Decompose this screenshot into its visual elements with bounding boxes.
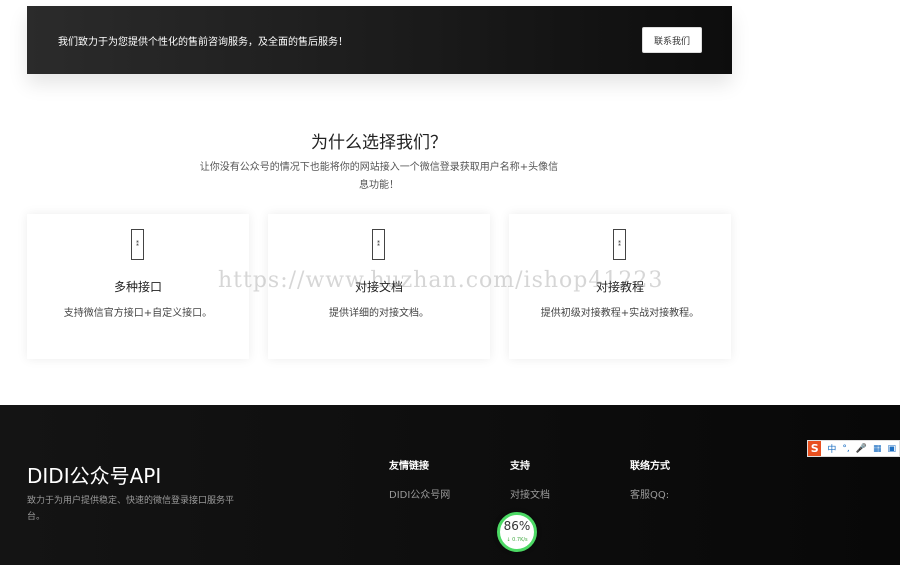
feature-description: 提供详细的对接文档。 [329,308,429,319]
footer-column-contact: 联络方式 客服QQ: [630,457,670,501]
footer-column-support: 支持 对接文档 [510,457,550,501]
section-title: 为什么选择我们？ [311,133,447,153]
feature-title: 对接教程 [595,280,644,294]
network-speed-widget[interactable]: 86% ↓ 0.7K/s [497,512,537,552]
feature-card-docs: ⁑ 对接文档 提供详细的对接文档。 [268,214,490,359]
ime-chinese-toggle[interactable]: 中 [827,442,836,455]
feature-description: 支持微信官方接口+自定义接口。 [63,308,213,319]
footer-link-didi[interactable]: DIDI公众号网 [389,486,450,501]
feature-card-tutorial: ⁑ 对接教程 提供初级对接教程+实战对接教程。 [509,214,731,359]
contact-banner: 我们致力于为您提供个性化的售前咨询服务，及全面的售后服务！ 联系我们 [27,6,732,74]
ime-punctuation-icon[interactable]: °, [842,444,849,454]
feature-card-interfaces: ⁑ 多种接口 支持微信官方接口+自定义接口。 [27,214,249,359]
ime-toolbar[interactable]: S 中 °, 🎤 ▦ ▣ [807,440,900,457]
footer-link-qq[interactable]: 客服QQ: [630,486,670,501]
ime-microphone-icon[interactable]: 🎤 [856,444,867,454]
footer-description: 致力于为用户提供稳定、快速的微信登录接口服务平台。 [27,496,235,522]
speed-percent: 86% [503,519,531,533]
feature-title: 多种接口 [113,280,162,294]
section-description: 让你没有公众号的情况下也能将你的网站接入一个微信登录获取用户名称+头像信息功能！ [199,162,559,191]
speed-rate: ↓ 0.7K/s [506,537,528,543]
footer-column-links: 友情链接 DIDI公众号网 [389,457,450,501]
sogou-logo-icon[interactable]: S [808,441,822,456]
footer-column-title: 支持 [510,461,530,472]
ime-keyboard-icon[interactable]: ▦ [873,444,882,454]
broken-image-icon: ⁑ [613,229,626,260]
banner-text: 我们致力于为您提供个性化的售前咨询服务，及全面的售后服务！ [58,37,348,48]
footer-brand: DIDI公众号API [27,464,162,488]
broken-image-icon: ⁑ [131,229,144,260]
ime-toolbox-icon[interactable]: ▣ [887,444,896,454]
footer-column-title: 联络方式 [630,461,670,472]
feature-title: 对接文档 [354,280,403,294]
site-footer: DIDI公众号API 致力于为用户提供稳定、快速的微信登录接口服务平台。 友情链… [0,405,900,565]
feature-description: 提供初级对接教程+实战对接教程。 [540,308,700,319]
broken-image-icon: ⁑ [372,229,385,260]
footer-column-title: 友情链接 [389,461,429,472]
footer-link-docs[interactable]: 对接文档 [510,486,550,501]
contact-us-button[interactable]: 联系我们 [642,27,702,53]
